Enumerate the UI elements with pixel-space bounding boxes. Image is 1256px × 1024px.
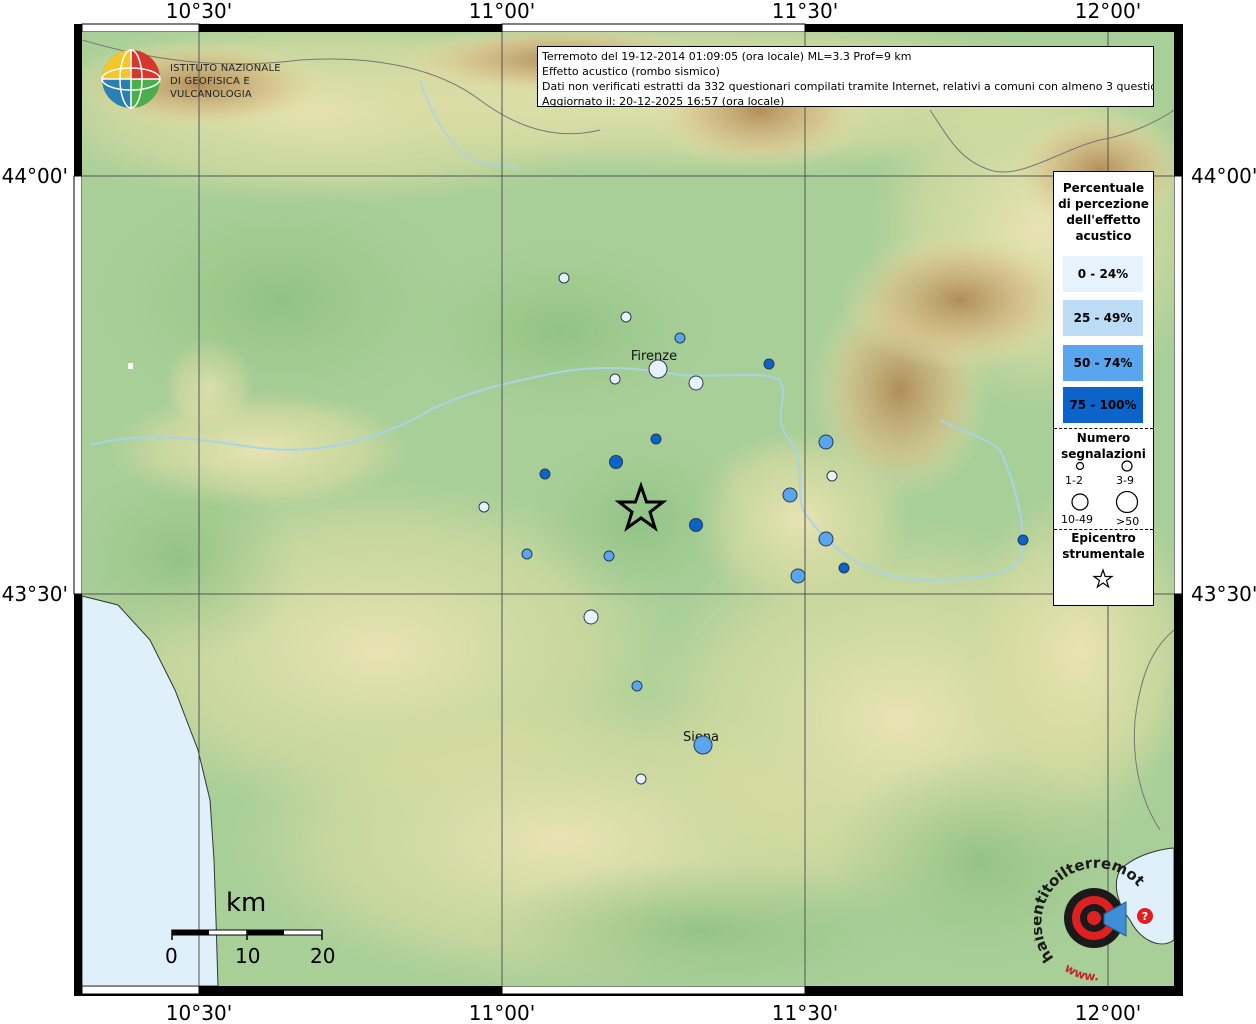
observation-point[interactable] — [521, 548, 533, 560]
observation-point[interactable] — [635, 773, 647, 785]
hai-sentito-logo-url: www. — [1062, 961, 1099, 984]
observation-point[interactable] — [838, 562, 850, 574]
axis-label-top: 10°30' — [166, 0, 232, 23]
axis-label-bottom: 12°00' — [1075, 1001, 1141, 1024]
event-info-box: Terremoto del 19-12-2014 01:09:05 (ora l… — [537, 46, 1154, 107]
legend-class-75-100: 75 - 100% — [1063, 387, 1143, 423]
observation-point[interactable] — [631, 680, 643, 692]
legend-class-label: 25 - 49% — [1073, 311, 1133, 325]
svg-text:?: ? — [1142, 910, 1148, 923]
ingv-logo-line: DI GEOFISICA E VULCANOLOGIA — [170, 76, 252, 100]
observation-point[interactable] — [609, 455, 623, 469]
observation-point[interactable] — [790, 568, 806, 584]
scale-tick-label: 0 — [165, 944, 178, 968]
legend-title-line: Epicentro — [1071, 531, 1136, 545]
observation-point[interactable] — [539, 468, 551, 480]
observation-point[interactable] — [826, 470, 838, 482]
axis-labels-left: 44°00' 43°30' — [2, 164, 68, 606]
scale-tick-label: 20 — [310, 944, 336, 968]
target-megaphone-icon: ? haisentitoilterremoto.it www. — [1027, 844, 1153, 984]
observation-point[interactable] — [689, 518, 703, 532]
legend-title-line: di percezione — [1058, 197, 1149, 211]
legend-class-label: 0 - 24% — [1077, 267, 1129, 281]
legend-star-icon — [1092, 568, 1114, 589]
axis-labels-top: 10°30' 11°00' 11°30' 12°00' — [166, 0, 1141, 23]
legend-count-label: 10-49 — [1061, 513, 1093, 526]
legend-class-label: 50 - 74% — [1073, 356, 1133, 370]
axis-label-top: 12°00' — [1075, 0, 1141, 23]
observation-point[interactable] — [818, 531, 834, 547]
observation-point[interactable] — [478, 501, 490, 513]
legend-title-line: Percentuale — [1062, 181, 1145, 195]
observation-point[interactable] — [609, 373, 621, 385]
observation-point[interactable] — [763, 358, 775, 370]
legend-title-line: dell'effetto — [1066, 213, 1141, 227]
ingv-logo-text: ISTITUTO NAZIONALE DI GEOFISICA E VULCAN… — [170, 62, 330, 101]
hai-sentito-logo: ? haisentitoilterremoto.it www. — [1027, 844, 1164, 988]
observation-point[interactable] — [583, 609, 599, 625]
observation-point[interactable] — [620, 311, 632, 323]
axis-label-left: 44°00' — [2, 164, 68, 188]
axis-label-bottom: 11°00' — [469, 1001, 535, 1024]
axis-label-bottom: 11°30' — [772, 1001, 838, 1024]
ingv-logo: ISTITUTO NAZIONALE DI GEOFISICA E VULCAN… — [100, 48, 330, 109]
legend-class-label: 75 - 100% — [1069, 398, 1137, 412]
legend-count-label: 3-9 — [1116, 474, 1134, 487]
event-info-line: Effetto acustico (rombo sismico) — [542, 65, 720, 78]
observation-point[interactable] — [693, 735, 713, 755]
observation-point[interactable] — [782, 487, 798, 503]
observation-point[interactable] — [558, 272, 570, 284]
axis-labels-bottom: 10°30' 11°00' 11°30' 12°00' — [166, 1001, 1141, 1024]
legend-title-line: acustico — [1075, 229, 1132, 243]
axis-label-left: 43°30' — [2, 582, 68, 606]
ingv-logo-line: ISTITUTO NAZIONALE — [170, 63, 281, 74]
observation-point[interactable] — [688, 375, 704, 391]
terrain — [82, 32, 1174, 986]
legend-divider — [1054, 428, 1153, 429]
axis-label-right: 44°00' — [1191, 164, 1256, 188]
observation-point[interactable] — [1017, 534, 1029, 546]
observation-point[interactable] — [603, 550, 615, 562]
legend-class-0-24: 0 - 24% — [1063, 256, 1143, 292]
legend-epicenter-title: Epicentro strumentale — [1054, 530, 1153, 562]
scale-tick-label: 10 — [235, 944, 261, 968]
legend-percent-title: Percentuale di percezione dell'effetto a… — [1054, 180, 1153, 244]
observation-point[interactable] — [674, 332, 686, 344]
observation-point[interactable] — [650, 433, 662, 445]
legend-count-label: 1-2 — [1065, 474, 1083, 487]
legend-title-line: Numero — [1076, 431, 1131, 445]
ingv-globe-icon — [101, 49, 161, 109]
axis-label-right: 43°30' — [1191, 582, 1256, 606]
svg-text:www.: www. — [1062, 961, 1099, 984]
map-stage: 10°30' 11°00' 11°30' 12°00' 10°30' 11°00… — [0, 0, 1256, 1024]
legend-count-label: >50 — [1116, 515, 1140, 528]
event-info-line: Terremoto del 19-12-2014 01:09:05 (ora l… — [542, 50, 912, 63]
map-legend: Percentuale di percezione dell'effetto a… — [1053, 171, 1154, 606]
observation-point[interactable] — [648, 359, 668, 379]
legend-class-50-74: 50 - 74% — [1063, 345, 1143, 381]
axis-label-bottom: 10°30' — [166, 1001, 232, 1024]
event-info-line: Aggiornato il: 20-12-2025 16:57 (ora loc… — [542, 95, 785, 107]
legend-title-line: strumentale — [1062, 547, 1145, 561]
scale-unit-label: km — [226, 888, 267, 918]
legend-class-25-49: 25 - 49% — [1063, 300, 1143, 336]
axis-label-top: 11°00' — [469, 0, 535, 23]
axis-labels-right: 44°00' 43°30' — [1191, 164, 1256, 606]
event-info-line: Dati non verificati estratti da 332 ques… — [542, 80, 1154, 93]
observation-point[interactable] — [818, 434, 834, 450]
axis-label-top: 11°30' — [772, 0, 838, 23]
